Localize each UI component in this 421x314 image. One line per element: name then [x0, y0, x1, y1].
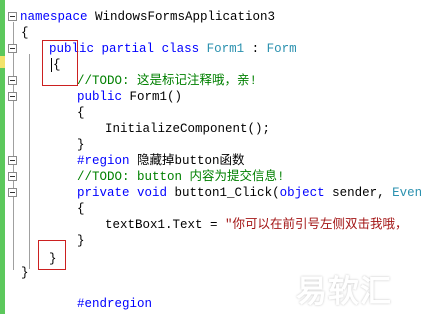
- region-name: 隐藏掉button函数: [129, 154, 245, 168]
- highlight-box-brace-top: [42, 40, 78, 86]
- keyword-object: object: [279, 186, 325, 200]
- code-line-8[interactable]: InitializeComponent();: [105, 121, 270, 137]
- collapse-namespace-icon[interactable]: [8, 12, 17, 21]
- todo-comment: //TODO: button 内容为提交信息!: [77, 170, 285, 184]
- change-indicator-unsaved: [0, 56, 5, 68]
- event-args-type: EventAr: [392, 186, 421, 200]
- brace-open: {: [77, 106, 85, 120]
- keyword-region: #region: [77, 154, 130, 168]
- keyword-namespace: namespace: [20, 10, 88, 24]
- change-indicator-bar: [0, 0, 5, 314]
- code-line-17[interactable]: }: [21, 265, 29, 281]
- method-call: InitializeComponent();: [105, 122, 271, 136]
- collapse-constructor-icon[interactable]: [8, 92, 17, 101]
- keyword-class: class: [161, 42, 200, 56]
- code-line-5[interactable]: //TODO: 这是标记注释哦，亲!: [77, 73, 257, 89]
- code-line-11[interactable]: //TODO: button 内容为提交信息!: [77, 169, 285, 185]
- parameter-list: sender,: [324, 186, 393, 200]
- code-line-7[interactable]: {: [77, 105, 85, 121]
- code-line-1[interactable]: namespace WindowsFormsApplication3: [20, 9, 275, 25]
- keyword-void: void: [137, 186, 168, 200]
- string-literal: "你可以在前引号左侧双击我哦，: [225, 218, 408, 232]
- code-line-12[interactable]: private void button1_Click(object sender…: [77, 185, 421, 201]
- highlight-box-brace-bottom: [38, 240, 66, 270]
- brace-close: }: [21, 266, 29, 280]
- keyword-public: public: [77, 90, 123, 104]
- outline-guide-class: [29, 54, 30, 269]
- code-line-13[interactable]: {: [77, 201, 85, 217]
- collapse-class-icon[interactable]: [8, 44, 17, 53]
- namespace-name: WindowsFormsApplication3: [87, 10, 276, 24]
- collapse-method-icon[interactable]: [8, 188, 17, 197]
- brace-close: }: [77, 138, 85, 152]
- code-editor[interactable]: namespace WindowsFormsApplication3 { pub…: [0, 0, 421, 314]
- brace-open: {: [77, 202, 85, 216]
- outline-guide-namespace: [13, 22, 14, 270]
- code-line-6[interactable]: public Form1(): [77, 89, 182, 105]
- code-line-9[interactable]: }: [77, 137, 85, 153]
- assignment-code: textBox1.Text =: [105, 218, 226, 232]
- brace-close: }: [77, 234, 85, 248]
- method-name: button1_Click(: [167, 186, 280, 200]
- code-line-15[interactable]: }: [77, 233, 85, 249]
- logo-mark-icon: [252, 264, 290, 302]
- code-line-14[interactable]: textBox1.Text = "你可以在前引号左侧双击我哦，: [105, 217, 408, 233]
- collapse-comment-icon[interactable]: [8, 76, 17, 85]
- watermark-text: 易软汇: [296, 274, 392, 310]
- collapse-region-icon[interactable]: [8, 156, 17, 165]
- brace-open: {: [21, 26, 29, 40]
- base-class-name: Form: [266, 42, 297, 56]
- colon: :: [244, 42, 267, 56]
- constructor-signature: Form1(): [122, 90, 183, 104]
- keyword-endregion: #endregion: [77, 297, 153, 311]
- keyword-private: private: [77, 186, 130, 200]
- code-line-2[interactable]: {: [21, 25, 29, 41]
- code-line-18[interactable]: #endregion: [77, 296, 152, 312]
- code-line-10[interactable]: #region 隐藏掉button函数: [77, 153, 245, 169]
- todo-comment: //TODO: 这是标记注释哦，亲!: [77, 74, 258, 88]
- collapse-comment2-icon[interactable]: [8, 172, 17, 181]
- code-line-3[interactable]: public partial class Form1 : Form: [49, 41, 297, 57]
- class-name: Form1: [206, 42, 245, 56]
- keyword-partial: partial: [101, 42, 155, 56]
